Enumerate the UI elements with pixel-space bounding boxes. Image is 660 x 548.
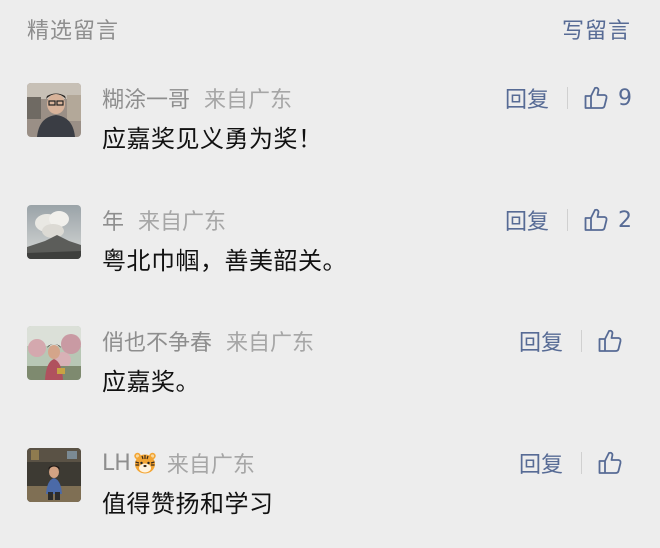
avatar[interactable] (27, 448, 81, 502)
avatar[interactable] (27, 83, 81, 137)
thumbs-up-icon (582, 206, 610, 234)
reply-button[interactable]: 回复 (519, 447, 563, 479)
tiger-face-emoji (133, 451, 157, 475)
like-button[interactable] (596, 449, 632, 477)
comment-actions: 回复 (519, 448, 632, 478)
like-count: 9 (618, 85, 632, 111)
comment-text: 粤北巾帼，善美韶关。 (102, 247, 347, 275)
comment-actions: 回复 9 (505, 82, 632, 114)
reply-button[interactable]: 回复 (505, 204, 549, 236)
comment-header: LH 来自广东 (102, 448, 255, 479)
comment-item: LH 来自广东 值得赞扬和学习 回复 (0, 448, 660, 548)
location-label: 来自广东 (166, 453, 255, 478)
comment-actions: 回复 (519, 326, 632, 356)
nickname[interactable]: 糊涂一哥 (102, 82, 190, 114)
comment-item: 俏也不争春 来自广东 应嘉奖。 回复 (0, 326, 660, 436)
comment-item: 年 来自广东 粤北巾帼，善美韶关。 回复 2 (0, 205, 660, 315)
nickname[interactable]: LH (102, 451, 131, 476)
comment-item: 糊涂一哥 来自广东 应嘉奖见义勇为奖！ 回复 9 (0, 83, 660, 193)
nickname[interactable]: 年 (102, 204, 124, 236)
thumbs-up-icon (596, 449, 624, 477)
comment-text: 值得赞扬和学习 (102, 490, 274, 518)
location-label: 来自广东 (204, 88, 293, 113)
location-label: 来自广东 (138, 210, 227, 235)
comment-text: 应嘉奖见义勇为奖！ (102, 125, 323, 153)
comment-header: 俏也不争春 来自广东 (102, 326, 314, 356)
reply-button[interactable]: 回复 (505, 82, 549, 114)
comment-header: 年 来自广东 (102, 205, 226, 235)
divider (581, 330, 582, 352)
comment-actions: 回复 2 (505, 204, 632, 236)
comment-text: 应嘉奖。 (102, 368, 200, 396)
location-label: 来自广东 (226, 331, 315, 356)
divider (567, 209, 568, 231)
comments-panel: 精选留言 写留言 糊涂一哥 来自广东 应嘉奖见义勇为奖！ 回复 9 年 来自广东… (0, 0, 660, 548)
like-button[interactable]: 2 (582, 206, 632, 234)
like-count: 2 (618, 207, 632, 233)
thumbs-up-icon (582, 84, 610, 112)
avatar[interactable] (27, 205, 81, 259)
like-button[interactable] (596, 327, 632, 355)
like-button[interactable]: 9 (582, 84, 632, 112)
avatar[interactable] (27, 326, 81, 380)
comment-header: 糊涂一哥 来自广东 (102, 83, 292, 113)
divider (581, 452, 582, 474)
write-comment-button[interactable]: 写留言 (562, 13, 631, 45)
reply-button[interactable]: 回复 (519, 325, 563, 357)
section-title: 精选留言 (27, 19, 120, 44)
thumbs-up-icon (596, 327, 624, 355)
nickname[interactable]: 俏也不争春 (102, 325, 212, 357)
divider (567, 87, 568, 109)
